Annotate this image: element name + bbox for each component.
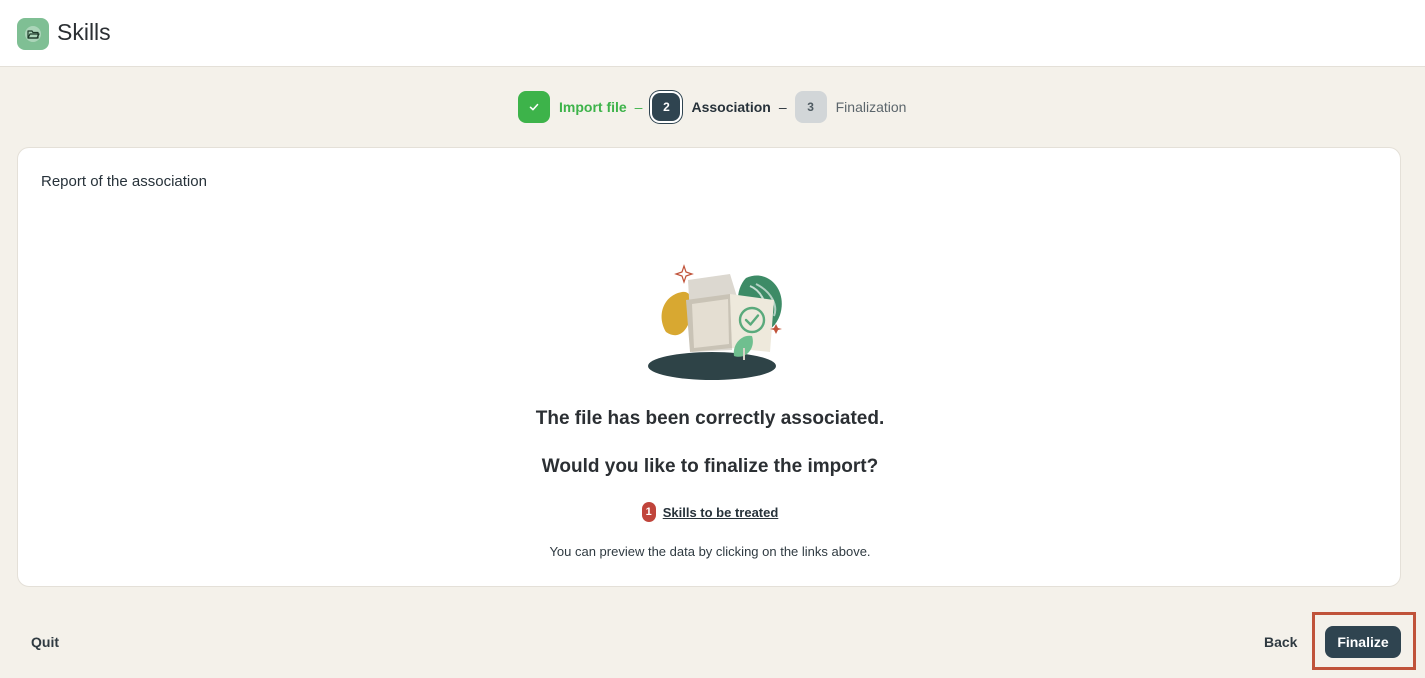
success-illustration [638, 260, 788, 385]
app-header: Skills [0, 0, 1425, 67]
success-headline: The file has been correctly associated. [535, 408, 885, 429]
step-1-label: Import file [559, 99, 627, 115]
step-separator: – [778, 99, 787, 115]
finalize-question: Would you like to finalize the import? [541, 456, 879, 477]
step-3-number: 3 [794, 91, 827, 123]
quit-button[interactable]: Quit [31, 634, 59, 650]
import-stepper: Import file – 2 Association – 3 Finaliza… [518, 91, 906, 123]
skills-to-be-treated-link[interactable]: Skills to be treated [663, 505, 779, 520]
association-report-card: Report of the association The file has b… [17, 147, 1401, 587]
preview-link-row: 1 Skills to be treated [18, 502, 1402, 522]
step-2-label: Association [691, 99, 771, 115]
step-1-check-icon [518, 91, 550, 123]
folder-open-icon [17, 18, 49, 50]
page-title: Skills [57, 19, 111, 45]
step-separator: – [634, 99, 643, 115]
back-button[interactable]: Back [1264, 634, 1297, 650]
preview-hint: You can preview the data by clicking on … [549, 544, 871, 559]
card-title: Report of the association [41, 173, 207, 190]
step-2-number: 2 [652, 93, 681, 121]
step-3-label: Finalization [835, 99, 907, 115]
skills-count-badge: 1 [641, 502, 656, 522]
finalize-button[interactable]: Finalize [1325, 626, 1401, 658]
